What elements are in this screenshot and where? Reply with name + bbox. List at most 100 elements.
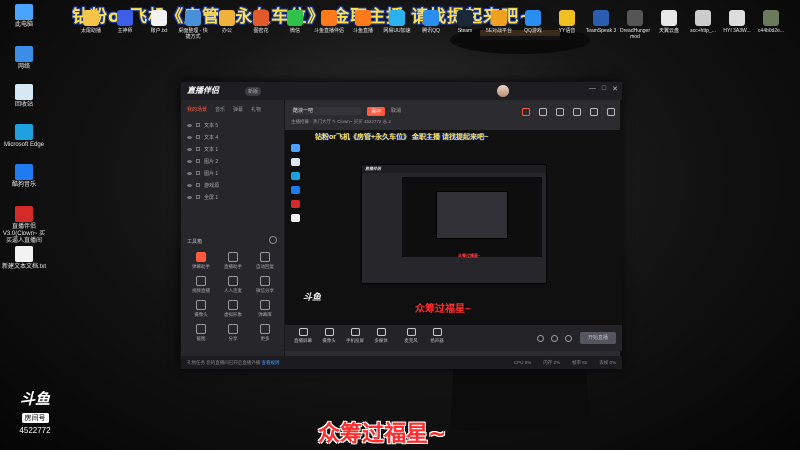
tab-danmaku[interactable]: 弹幕 bbox=[233, 106, 243, 113]
minimize-button[interactable]: — bbox=[589, 85, 596, 93]
tool-icon bbox=[260, 276, 270, 286]
gift-icon[interactable] bbox=[522, 108, 530, 116]
close-button[interactable]: ✕ bbox=[612, 85, 618, 93]
desktop-icon[interactable]: 酷狗音乐 bbox=[2, 164, 46, 189]
desktop-icon[interactable]: Microsoft Edge bbox=[2, 124, 46, 149]
desktop-icon[interactable]: 斗鱼直播伴侣 bbox=[312, 10, 346, 34]
desktop-icon[interactable]: YY语音 bbox=[550, 10, 584, 34]
toolbox-item[interactable]: 微信分享 bbox=[249, 276, 281, 294]
rules-link[interactable]: 查看规则 bbox=[262, 360, 280, 365]
desktop-icon[interactable]: DreadHunger mod bbox=[618, 10, 652, 40]
desktop-icon[interactable]: HYI 3A3W... bbox=[720, 10, 754, 34]
desktop-icon[interactable]: 网易UU加速 bbox=[380, 10, 414, 34]
source-tool[interactable]: 多媒体 bbox=[367, 328, 395, 344]
tab-music[interactable]: 音乐 bbox=[215, 106, 225, 113]
toolbox-item[interactable]: 摄像头 bbox=[185, 300, 217, 318]
desktop-icon[interactable]: TeamSpeak 3 bbox=[584, 10, 618, 34]
source-tool[interactable]: 扬声器 bbox=[423, 328, 451, 344]
scene-item[interactable]: 图片 1 bbox=[187, 167, 278, 179]
scene-item[interactable]: 游戏源 bbox=[187, 179, 278, 191]
lock-icon[interactable] bbox=[196, 195, 200, 199]
desktop-icon[interactable]: 网络 bbox=[2, 46, 46, 71]
eye-icon[interactable] bbox=[187, 183, 192, 187]
settings-icon[interactable] bbox=[590, 108, 598, 116]
desktop-icon[interactable]: 太尾助播 bbox=[74, 10, 108, 34]
toolbox-item-label: 微信分享 bbox=[256, 288, 274, 293]
desktop-icon[interactable]: 桌面整理 - 快捷方式 bbox=[176, 10, 210, 40]
lock-icon[interactable] bbox=[196, 159, 200, 163]
scene-item[interactable]: 图片 2 bbox=[187, 155, 278, 167]
toolbox-item[interactable]: 更多 bbox=[249, 324, 281, 342]
toolbox-item[interactable]: 弹幕助手 bbox=[185, 252, 217, 270]
scene-item-label: 图片 2 bbox=[204, 158, 219, 165]
desktop-icon[interactable]: 主神师 bbox=[108, 10, 142, 34]
toolbox-item[interactable]: 人人连麦 bbox=[217, 276, 249, 294]
lock-icon[interactable] bbox=[196, 147, 200, 151]
scene-item[interactable]: 文本 4 bbox=[187, 131, 278, 143]
desktop-icon[interactable]: 腾讯QQ bbox=[414, 10, 448, 34]
desktop-icon[interactable]: 5E对战平台 bbox=[482, 10, 516, 34]
start-live-button[interactable]: 开始直播 bbox=[580, 332, 616, 344]
desktop-icon[interactable]: 办公 bbox=[210, 10, 244, 34]
tab-scenes[interactable]: 我的场景 bbox=[187, 106, 207, 113]
tab-gifts[interactable]: 礼物 bbox=[251, 106, 261, 113]
version-badge[interactable]: 新版 bbox=[245, 87, 262, 96]
desktop-app-icon bbox=[763, 10, 779, 26]
source-tool[interactable]: 直播屏幕 bbox=[289, 328, 317, 344]
camera-toggle-icon[interactable] bbox=[537, 335, 544, 342]
eye-icon[interactable] bbox=[187, 135, 192, 139]
eye-icon[interactable] bbox=[187, 195, 192, 199]
source-tool[interactable]: 麦克风 bbox=[397, 328, 425, 344]
desktop-icon[interactable]: QQ游戏 bbox=[516, 10, 550, 34]
share-icon[interactable] bbox=[607, 108, 615, 116]
toolbox-item[interactable]: 分享 bbox=[217, 324, 249, 342]
lock-icon[interactable] bbox=[539, 108, 547, 116]
desktop-icon[interactable]: Steam bbox=[448, 10, 482, 34]
avatar[interactable] bbox=[497, 85, 509, 97]
desktop-icon[interactable]: 直播伴侣V3.0(Clown~ 买买逼人直播间 bbox=[2, 206, 46, 245]
toolbox-item[interactable]: 直播助手 bbox=[217, 252, 249, 270]
desktop-icon[interactable]: 天翼云盘 bbox=[652, 10, 686, 34]
desktop-app-icon bbox=[83, 10, 99, 26]
toolbox-settings-icon[interactable] bbox=[269, 236, 277, 244]
lock-icon[interactable] bbox=[196, 183, 200, 187]
room-title-input[interactable]: 酷浪一吧 bbox=[291, 107, 361, 115]
bell-icon[interactable] bbox=[573, 108, 581, 116]
toolbox-item[interactable]: 弹幕库 bbox=[249, 300, 281, 318]
desktop-icon[interactable]: 斗鱼直播 bbox=[346, 10, 380, 34]
desktop-icon-label: 账户.txt bbox=[150, 28, 168, 34]
toolbox-item[interactable]: 虚拟形象 bbox=[217, 300, 249, 318]
eye-icon[interactable] bbox=[187, 123, 192, 127]
toolbox-item[interactable]: 自动回复 bbox=[249, 252, 281, 270]
source-tool[interactable]: 手机投屏 bbox=[341, 328, 369, 344]
tool-icon bbox=[196, 324, 206, 334]
eye-icon[interactable] bbox=[187, 159, 192, 163]
maximize-button[interactable]: □ bbox=[602, 85, 606, 93]
desktop-icon[interactable]: 账户.txt bbox=[142, 10, 176, 34]
eye-icon[interactable] bbox=[187, 171, 192, 175]
desktop-icon[interactable]: 新建文本文档.txt bbox=[2, 246, 46, 271]
source-tool[interactable]: 摄像头 bbox=[315, 328, 343, 344]
save-button[interactable]: 保存 bbox=[367, 107, 386, 116]
scene-item[interactable]: 文本 1 bbox=[187, 143, 278, 155]
desktop-icon[interactable]: 图密花 bbox=[244, 10, 278, 34]
desktop-icon[interactable]: 回收站 bbox=[2, 84, 46, 109]
desktop-icon[interactable]: c44b0d2e... bbox=[754, 10, 788, 34]
eye-icon[interactable] bbox=[551, 335, 558, 342]
lock-icon[interactable] bbox=[196, 171, 200, 175]
stream-preview[interactable]: 钻粉or飞机《房管+永久车位》 金职主播 请找提起来吧~ 直播伴侣 众筹过福星~… bbox=[285, 130, 622, 325]
toolbox-item[interactable]: 视频直播 bbox=[185, 276, 217, 294]
eye-icon[interactable] bbox=[187, 147, 192, 151]
toolbox-item[interactable]: 截图 bbox=[185, 324, 217, 342]
cancel-button[interactable]: 取消 bbox=[391, 107, 401, 114]
gear-icon[interactable] bbox=[565, 335, 572, 342]
desktop-icon[interactable]: 微信 bbox=[278, 10, 312, 34]
scene-item[interactable]: 文本 5 bbox=[187, 119, 278, 131]
lock-icon[interactable] bbox=[196, 123, 200, 127]
desktop-icon[interactable]: scc+http_... bbox=[686, 10, 720, 34]
chat-icon[interactable] bbox=[556, 108, 564, 116]
scene-item[interactable]: 全屏 1 bbox=[187, 191, 278, 203]
desktop-app-icon bbox=[355, 10, 371, 26]
desktop-icon[interactable]: 此电脑 bbox=[2, 4, 46, 29]
lock-icon[interactable] bbox=[196, 135, 200, 139]
